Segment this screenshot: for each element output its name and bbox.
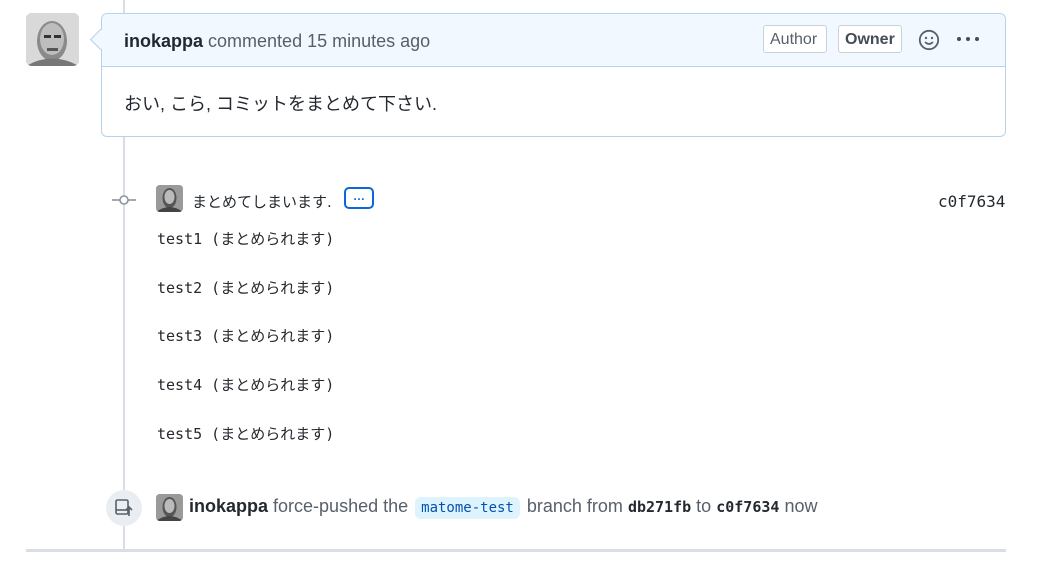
branch-tag[interactable]: matome-test: [415, 497, 520, 519]
event-time[interactable]: now: [784, 496, 817, 516]
avatar[interactable]: [26, 13, 79, 66]
event-text-to: to: [696, 496, 712, 516]
owner-badge: Owner: [838, 25, 902, 53]
commit-author-avatar[interactable]: [156, 185, 183, 212]
commit-message-line: test2 (まとめられます): [157, 279, 335, 297]
commit-sha-link[interactable]: c0f7634: [938, 192, 1005, 211]
commit-message-line: test5 (まとめられます): [157, 425, 335, 443]
event-action: force-pushed the: [273, 496, 409, 516]
commit-title-link[interactable]: まとめてしまいます.: [192, 191, 332, 212]
kebab-horizontal-icon[interactable]: [954, 27, 982, 51]
timeline-divider: [26, 549, 1006, 552]
repo-push-icon: [106, 490, 142, 526]
comment-box: inokappa commented 15 minutes ago Author…: [89, 13, 1006, 137]
event-actor-link[interactable]: inokappa: [189, 496, 268, 516]
commit-expand-button[interactable]: …: [344, 187, 374, 209]
event-actor-avatar[interactable]: [156, 494, 183, 521]
comment-author-link[interactable]: inokappa: [124, 31, 203, 51]
comment-action[interactable]: commented 15 minutes ago: [208, 31, 430, 51]
from-sha-link[interactable]: db271fb: [628, 498, 691, 516]
smiley-icon[interactable]: [918, 29, 940, 51]
comment-meta: inokappa commented 15 minutes ago: [124, 31, 430, 52]
git-commit-icon: [112, 192, 136, 208]
commit-message-line: test1 (まとめられます): [157, 230, 335, 248]
to-sha-link[interactable]: c0f7634: [716, 498, 779, 516]
event-text-from: branch from: [526, 496, 623, 516]
comment-body: おい, こら, コミットをまとめて下さい.: [124, 94, 438, 114]
comment-header: inokappa commented 15 minutes ago Author…: [102, 14, 1005, 67]
force-push-event: inokappa force-pushed the matome-test br…: [189, 496, 817, 519]
author-badge: Author: [763, 25, 827, 53]
commit-message-line: test4 (まとめられます): [157, 376, 335, 394]
commit-message-line: test3 (まとめられます): [157, 327, 335, 345]
